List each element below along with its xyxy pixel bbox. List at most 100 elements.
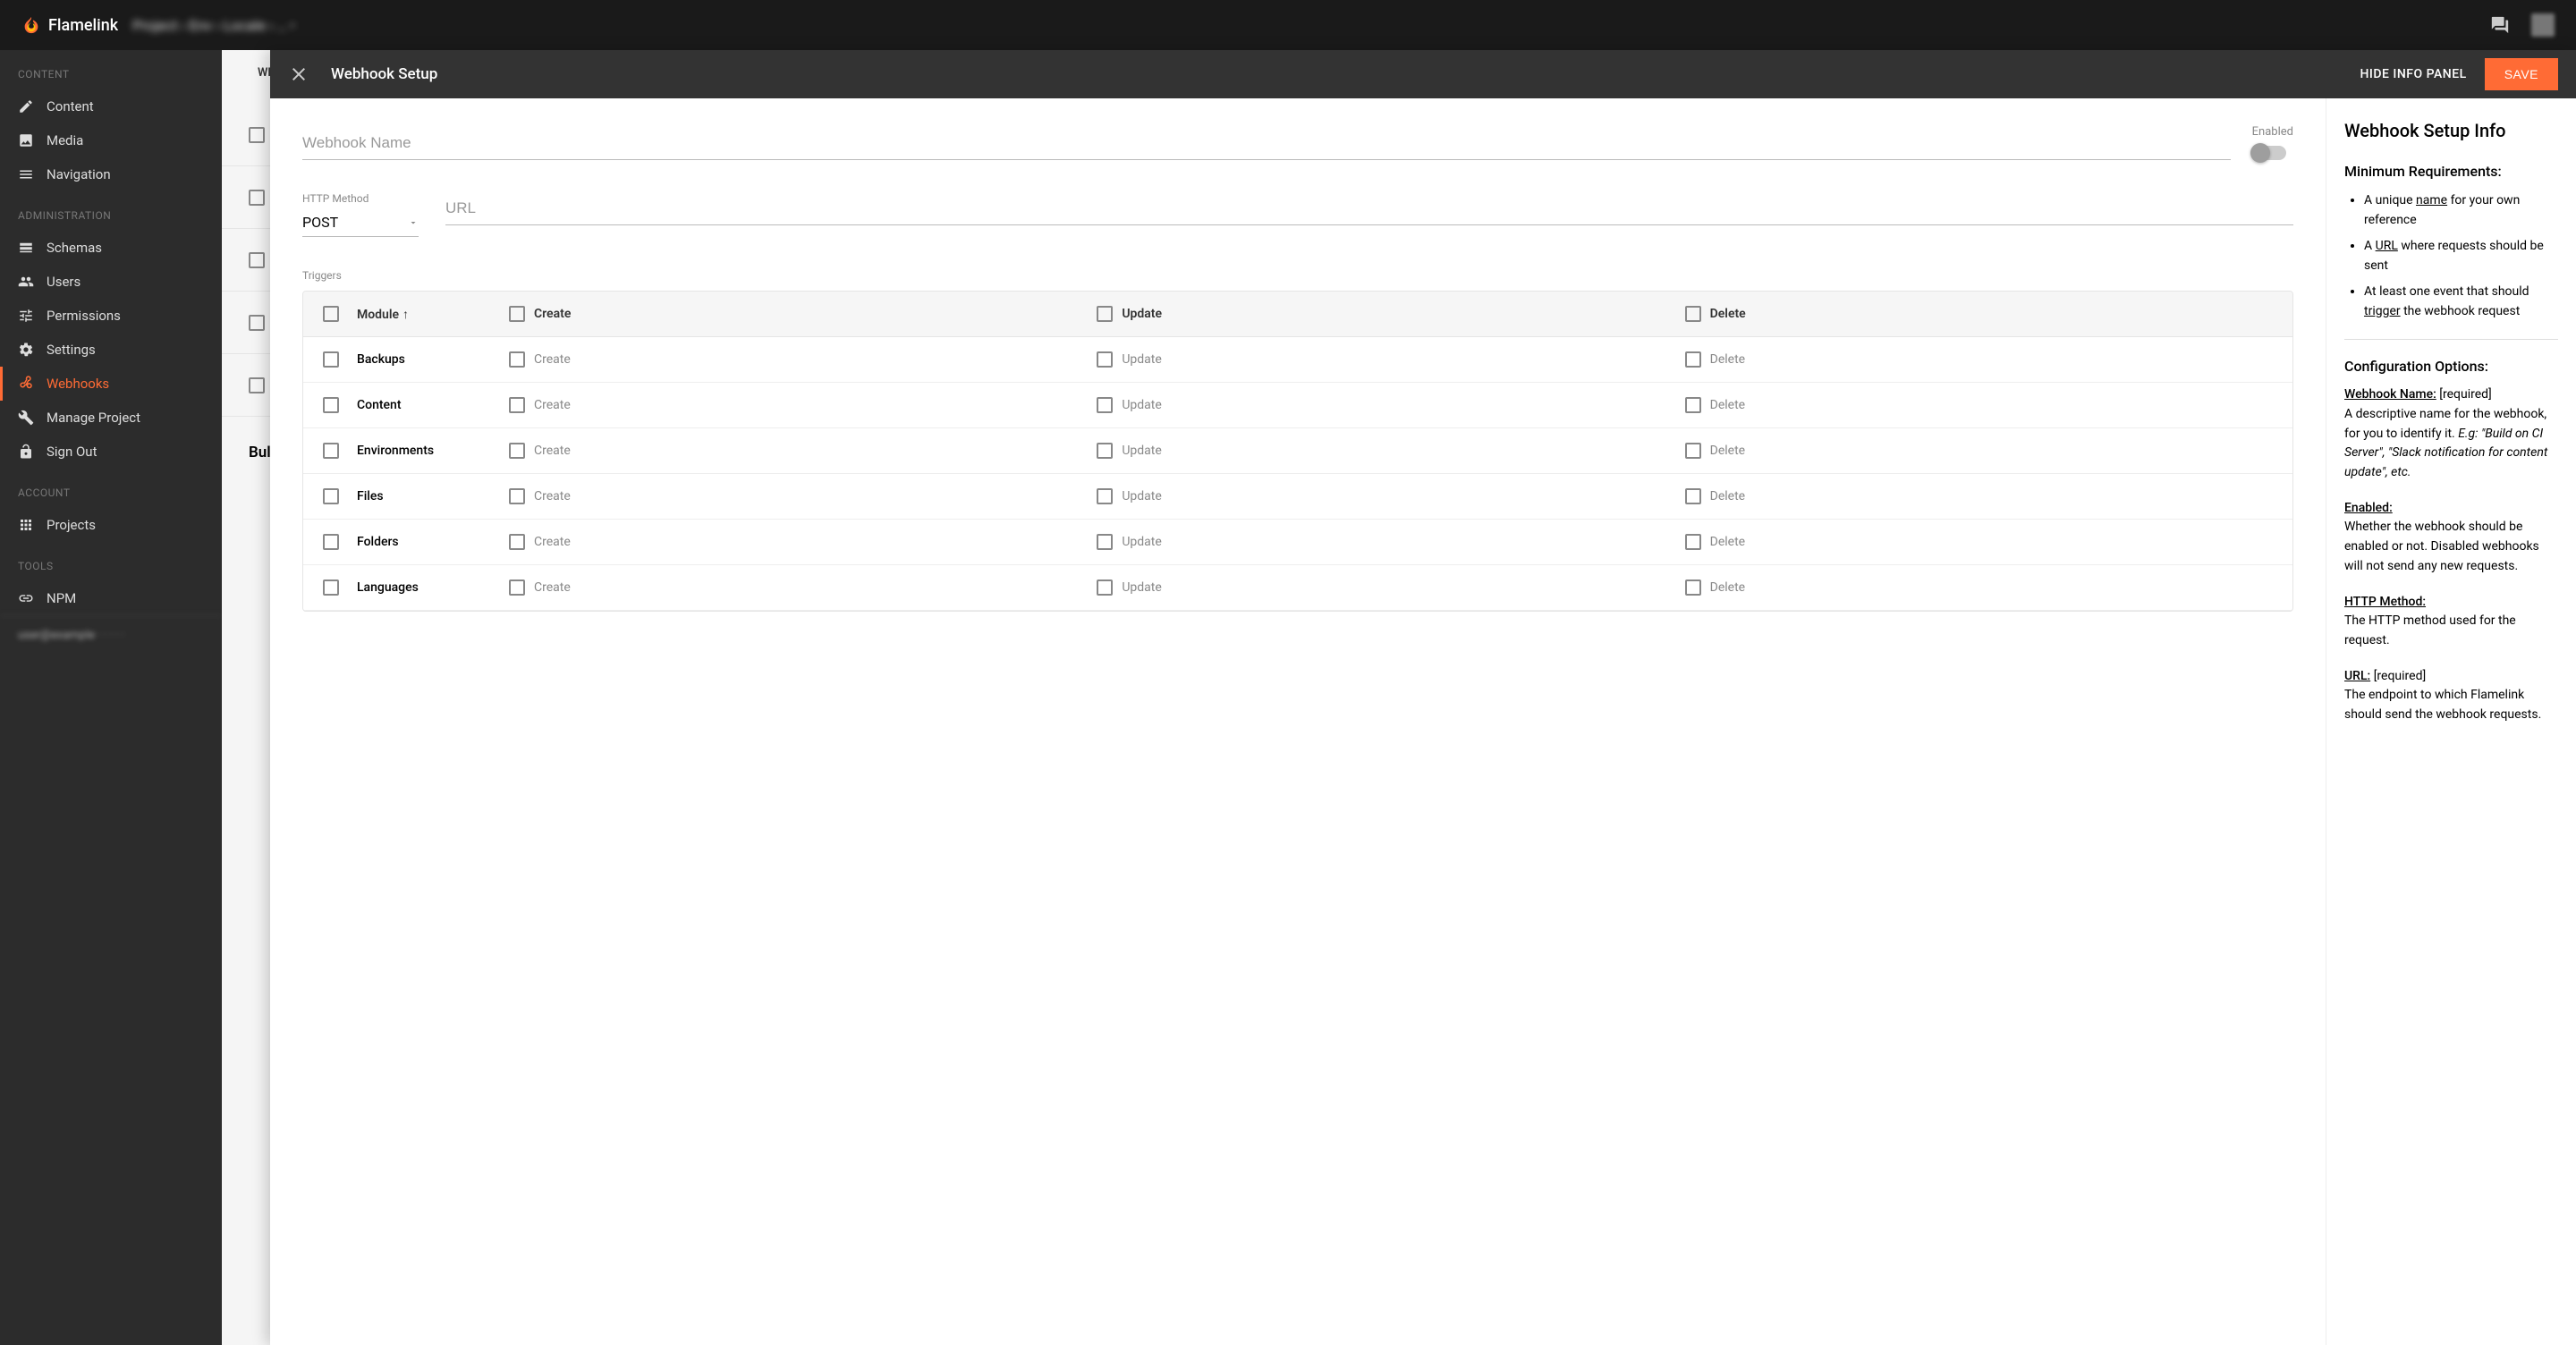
triggers-label: Triggers [302, 269, 2293, 282]
create-checkbox[interactable] [509, 488, 525, 504]
form-area: Enabled HTTP Method POST Triggers [270, 98, 2326, 1345]
grid-icon [18, 517, 34, 533]
lock-icon [18, 444, 34, 460]
row-checkbox[interactable] [323, 351, 339, 368]
avatar[interactable] [2531, 13, 2555, 37]
select-all-create-checkbox[interactable] [509, 306, 525, 322]
delete-checkbox[interactable] [1685, 534, 1701, 550]
hide-info-panel-button[interactable]: HIDE INFO PANEL [2360, 67, 2466, 81]
select-all-update-checkbox[interactable] [1097, 306, 1113, 322]
column-update: Update [1122, 307, 1162, 321]
update-checkbox[interactable] [1097, 443, 1113, 459]
sidebar-item-label: Projects [47, 517, 96, 533]
delete-label: Delete [1710, 489, 1745, 503]
row-checkbox[interactable] [323, 443, 339, 459]
webhook-name-input[interactable] [302, 127, 2231, 160]
trigger-row: FoldersCreateUpdateDelete [303, 520, 2292, 565]
delete-label: Delete [1710, 398, 1745, 412]
update-checkbox[interactable] [1097, 579, 1113, 596]
sidebar-item-projects[interactable]: Projects [0, 508, 222, 542]
sidebar-item-label: Users [47, 274, 80, 290]
update-label: Update [1122, 535, 1161, 549]
enabled-toggle[interactable] [2252, 146, 2286, 160]
create-checkbox[interactable] [509, 579, 525, 596]
delete-label: Delete [1710, 535, 1745, 549]
schema-icon [18, 240, 34, 256]
create-label: Create [534, 444, 571, 458]
trigger-row: ContentCreateUpdateDelete [303, 383, 2292, 428]
triggers-table: Module↑ Create Update Delete Backups Crea… [302, 291, 2293, 612]
delete-checkbox[interactable] [1685, 351, 1701, 368]
sidebar-item-label: Navigation [47, 166, 111, 182]
sidebar-item-navigation[interactable]: Navigation [0, 157, 222, 191]
update-checkbox[interactable] [1097, 534, 1113, 550]
update-label: Update [1122, 398, 1161, 412]
http-method-select[interactable]: POST [302, 208, 419, 237]
sidebar-item-npm[interactable]: NPM [0, 581, 222, 615]
sidebar-item-webhooks[interactable]: Webhooks [0, 367, 222, 401]
sidebar-item-sign-out[interactable]: Sign Out [0, 435, 222, 469]
sidebar-item-label: Media [47, 132, 83, 148]
sidebar-section-title: ADMINISTRATION [0, 191, 222, 231]
create-checkbox[interactable] [509, 351, 525, 368]
option-block: HTTP Method:The HTTP method used for the… [2344, 593, 2558, 651]
sidebar-item-manage-project[interactable]: Manage Project [0, 401, 222, 435]
update-label: Update [1122, 352, 1161, 367]
checkbox[interactable] [249, 315, 265, 331]
users-icon [18, 274, 34, 290]
sidebar-section-title: TOOLS [0, 542, 222, 581]
sidebar-item-content[interactable]: Content [0, 89, 222, 123]
gear-icon [18, 342, 34, 358]
checkbox[interactable] [249, 252, 265, 268]
checkbox[interactable] [249, 377, 265, 393]
create-label: Create [534, 535, 571, 549]
sidebar-item-settings[interactable]: Settings [0, 333, 222, 367]
update-checkbox[interactable] [1097, 488, 1113, 504]
delete-checkbox[interactable] [1685, 397, 1701, 413]
delete-checkbox[interactable] [1685, 443, 1701, 459]
chat-icon[interactable] [2490, 15, 2510, 35]
checkbox[interactable] [249, 190, 265, 206]
create-label: Create [534, 352, 571, 367]
column-module[interactable]: Module↑ [357, 307, 509, 322]
url-input[interactable] [445, 192, 2293, 225]
trigger-row: LanguagesCreateUpdateDelete [303, 565, 2292, 611]
save-button[interactable]: SAVE [2485, 58, 2558, 90]
sidebar-item-users[interactable]: Users [0, 265, 222, 299]
column-delete: Delete [1710, 307, 1746, 321]
close-icon[interactable] [288, 63, 309, 85]
webhook-icon [18, 376, 34, 392]
sidebar-item-permissions[interactable]: Permissions [0, 299, 222, 333]
sidebar-footer: user@example · · · · · [0, 615, 222, 656]
row-checkbox[interactable] [323, 488, 339, 504]
options-title: Configuration Options: [2344, 358, 2558, 375]
sidebar-item-label: Permissions [47, 308, 121, 324]
update-checkbox[interactable] [1097, 351, 1113, 368]
create-checkbox[interactable] [509, 397, 525, 413]
create-checkbox[interactable] [509, 534, 525, 550]
option-block: Enabled:Whether the webhook should be en… [2344, 499, 2558, 577]
checkbox[interactable] [249, 127, 265, 143]
select-all-checkbox[interactable] [323, 306, 339, 322]
delete-checkbox[interactable] [1685, 488, 1701, 504]
sidebar-section-title: ACCOUNT [0, 469, 222, 508]
create-label: Create [534, 489, 571, 503]
arrow-up-icon: ↑ [402, 308, 409, 322]
option-block: Webhook Name: [required]A descriptive na… [2344, 385, 2558, 482]
select-all-delete-checkbox[interactable] [1685, 306, 1701, 322]
create-checkbox[interactable] [509, 443, 525, 459]
update-checkbox[interactable] [1097, 397, 1113, 413]
update-label: Update [1122, 489, 1161, 503]
row-checkbox[interactable] [323, 579, 339, 596]
sidebar-item-media[interactable]: Media [0, 123, 222, 157]
breadcrumb: Project › Env › Locale › … • [132, 17, 2490, 34]
row-checkbox[interactable] [323, 534, 339, 550]
module-name: Backups [357, 352, 509, 367]
delete-checkbox[interactable] [1685, 579, 1701, 596]
delete-label: Delete [1710, 352, 1745, 367]
trigger-row: Backups Create Update Delete [303, 337, 2292, 383]
row-checkbox[interactable] [323, 397, 339, 413]
sidebar-item-schemas[interactable]: Schemas [0, 231, 222, 265]
http-method-label: HTTP Method [302, 192, 419, 205]
option-block: URL: [required]The endpoint to which Fla… [2344, 667, 2558, 725]
